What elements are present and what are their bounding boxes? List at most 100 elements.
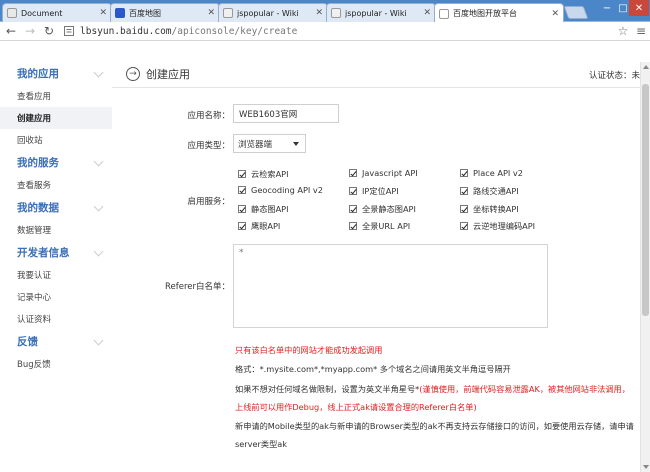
sidebar-item-cert-info[interactable]: 认证资料 — [0, 308, 112, 330]
scrollbar-thumb[interactable] — [642, 84, 649, 316]
sidebar-section-my-data[interactable]: 我的数据 — [0, 196, 112, 219]
browser-toolbar: ← → ↻ lbsyun.baidu.com/apiconsole/key/cr… — [0, 22, 650, 41]
service-checkbox[interactable]: Geocoding API v2 — [238, 185, 323, 195]
wiki-icon — [223, 8, 233, 18]
referer-label: Referer白名单： — [164, 282, 230, 292]
server-ak-hint: server类型ak — [235, 439, 288, 449]
service-checkbox[interactable]: IP定位API — [349, 185, 399, 197]
browser-tab-wiki-2[interactable]: jspopular - Wiki ✕ — [326, 3, 436, 22]
checkbox-checked-icon — [238, 222, 246, 230]
service-checkbox[interactable]: 云检索API — [238, 168, 289, 180]
app-name-input[interactable]: WEB1603官网 — [233, 104, 339, 123]
sidebar-item-records[interactable]: 记录中心 — [0, 286, 112, 308]
browser-tab-baidu-map[interactable]: 百度地图 ✕ — [110, 3, 220, 22]
baidu-paw-icon — [115, 8, 125, 18]
window-close-icon[interactable]: ✕ — [629, 0, 649, 16]
bookmark-star-icon[interactable]: ☆ — [614, 24, 632, 38]
app-type-select[interactable]: 浏览器端 — [233, 134, 306, 153]
console-sidebar: 我的应用 查看应用 创建应用 回收站 我的服务 查看服务 我的数据 数据管理 开… — [0, 62, 112, 472]
reload-icon[interactable]: ↻ — [41, 23, 57, 39]
service-label: 云检索API — [251, 169, 289, 179]
service-checkbox[interactable]: 路线交通API — [460, 185, 519, 197]
title-divider — [112, 87, 640, 88]
sidebar-heading-label: 我的服务 — [17, 157, 59, 169]
tab-label: 百度地图开放平台 — [453, 9, 517, 18]
services-label: 启用服务： — [187, 197, 230, 207]
tab-label: 百度地图 — [129, 8, 161, 18]
browser-tab-wiki-1[interactable]: jspopular - Wiki ✕ — [218, 3, 328, 22]
service-label: Place API v2 — [473, 168, 523, 178]
checkbox-checked-icon — [349, 169, 357, 177]
app-name-label: 应用名称： — [187, 111, 230, 121]
service-checkbox[interactable]: 全景静态图API — [349, 203, 416, 215]
scroll-up-icon[interactable] — [643, 65, 649, 69]
service-checkbox[interactable]: 静态图API — [238, 203, 289, 215]
checkbox-checked-icon — [238, 186, 246, 194]
close-icon[interactable]: ✕ — [207, 8, 215, 18]
new-tab-button[interactable] — [563, 6, 589, 19]
scroll-down-icon[interactable] — [643, 465, 649, 469]
no-limit-hint: 如果不想对任何域名做限制，设置为英文半角星号*(谨慎使用，前端代码容易泄露AK，… — [235, 383, 630, 396]
sidebar-heading-label: 我的应用 — [17, 68, 59, 80]
checkbox-checked-icon — [349, 222, 357, 230]
close-icon[interactable]: ✕ — [423, 8, 431, 18]
sidebar-section-my-apps[interactable]: 我的应用 — [0, 62, 112, 85]
sidebar-item-data-manage[interactable]: 数据管理 — [0, 219, 112, 241]
create-app-panel: → 创建应用 认证状态：未 应用名称： WEB1603官网 应用类型： 浏览器端… — [112, 62, 640, 472]
sidebar-item-view-apps[interactable]: 查看应用 — [0, 85, 112, 107]
service-checkbox[interactable]: 云逆地理编码API — [460, 220, 535, 232]
address-bar[interactable]: lbsyun.baidu.com/apiconsole/key/create — [63, 23, 614, 39]
sidebar-item-recycle-bin[interactable]: 回收站 — [0, 129, 112, 151]
sidebar-section-developer-info[interactable]: 开发者信息 — [0, 241, 112, 264]
sidebar-item-view-services[interactable]: 查看服务 — [0, 174, 112, 196]
service-label: 路线交通API — [473, 186, 519, 196]
service-checkbox[interactable]: Place API v2 — [460, 168, 523, 178]
page-title: → 创建应用 — [126, 66, 190, 82]
service-label: Javascript API — [362, 168, 418, 178]
close-icon[interactable]: ✕ — [315, 8, 323, 18]
arrow-right-circle-icon: → — [126, 67, 140, 81]
document-icon — [7, 8, 17, 18]
browser-tab-strip: Document ✕ 百度地图 ✕ jspopular - Wiki ✕ jsp… — [0, 0, 650, 23]
chevron-down-icon — [93, 201, 104, 212]
url-host: lbsyun.baidu.com — [80, 25, 172, 37]
checkbox-checked-icon — [460, 187, 468, 195]
page-info-icon[interactable] — [63, 25, 75, 37]
forward-arrow-icon[interactable]: → — [22, 23, 38, 39]
close-icon[interactable]: ✕ — [551, 9, 559, 19]
browser-menu-icon[interactable]: ≡ — [632, 24, 650, 38]
service-label: IP定位API — [362, 186, 399, 196]
app-type-label: 应用类型： — [187, 141, 230, 151]
checkbox-checked-icon — [460, 205, 468, 213]
sidebar-heading-label: 我的数据 — [17, 202, 59, 214]
sidebar-item-bug-feedback[interactable]: Bug反馈 — [0, 353, 112, 375]
sidebar-item-certify[interactable]: 我要认证 — [0, 264, 112, 286]
checkbox-checked-icon — [460, 169, 468, 177]
chevron-down-icon — [93, 335, 104, 346]
sidebar-item-create-app[interactable]: 创建应用 — [0, 107, 112, 129]
tab-label: jspopular - Wiki — [345, 8, 407, 18]
no-limit-caution: (谨慎使用，前端代码容易泄露AK，被其他网站非法调用， — [419, 384, 630, 394]
service-checkbox[interactable]: 鹰眼API — [238, 220, 280, 232]
service-label: 全景静态图API — [362, 204, 416, 214]
checkbox-checked-icon — [460, 222, 468, 230]
service-checkbox[interactable]: 坐标转换API — [460, 203, 519, 215]
sidebar-heading-label: 开发者信息 — [17, 247, 70, 259]
service-label: 全景URL API — [362, 221, 411, 231]
service-checkbox[interactable]: Javascript API — [349, 168, 418, 178]
referer-whitelist-textarea[interactable]: * — [233, 244, 548, 328]
caret-down-icon — [293, 142, 299, 146]
service-checkbox[interactable]: 全景URL API — [349, 220, 410, 232]
service-label: 云逆地理编码API — [473, 221, 536, 231]
whitelist-warning: 只有该白名单中的网站才能成功发起调用 — [235, 345, 383, 355]
close-icon[interactable]: ✕ — [99, 8, 107, 18]
browser-tab-lbs-active[interactable]: 百度地图开放平台 ✕ — [434, 3, 564, 23]
tab-label: jspopular - Wiki — [237, 8, 299, 18]
sidebar-section-feedback[interactable]: 反馈 — [0, 330, 112, 353]
browser-tab-document[interactable]: Document ✕ — [2, 3, 112, 22]
page-scrollbar[interactable] — [640, 62, 650, 472]
back-arrow-icon[interactable]: ← — [3, 23, 19, 39]
service-label: 鹰眼API — [251, 221, 281, 231]
app-type-value: 浏览器端 — [238, 139, 273, 150]
sidebar-section-my-services[interactable]: 我的服务 — [0, 151, 112, 174]
